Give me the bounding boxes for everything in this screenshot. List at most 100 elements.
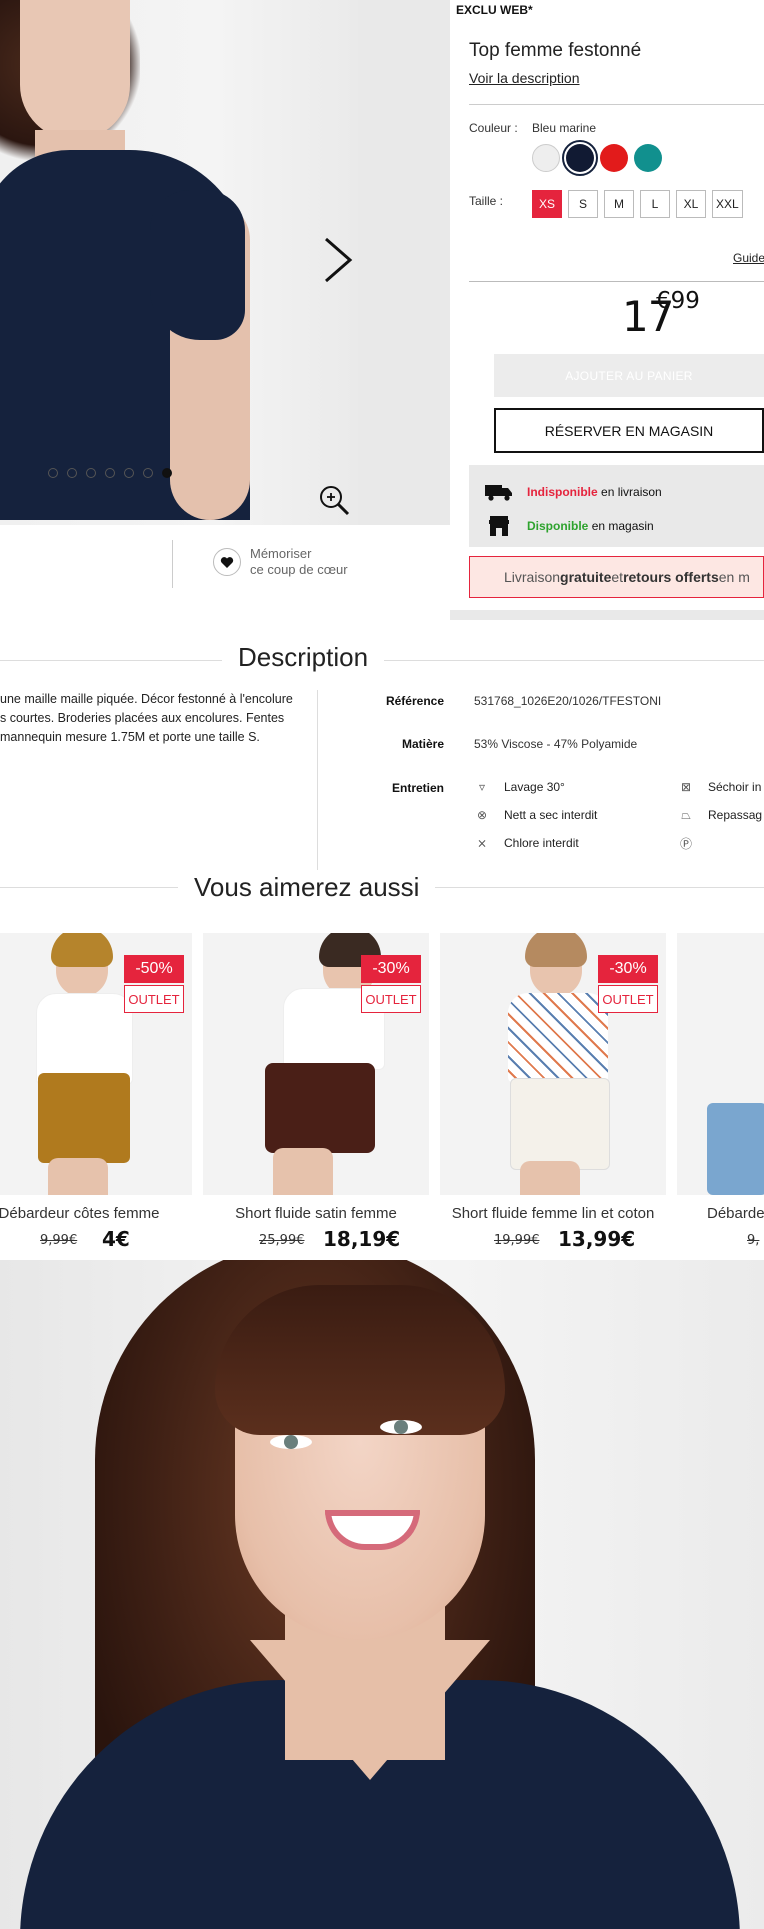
size-guide-link[interactable]: Guide — [733, 251, 764, 265]
favorite-label[interactable]: Mémoriser ce coup de cœur — [250, 546, 348, 578]
iron-icon: ⏢ — [681, 807, 691, 822]
wash-30-icon: ▿ — [478, 780, 486, 794]
promo-text: Livraison — [504, 569, 561, 585]
size-option[interactable]: XXL — [712, 190, 743, 218]
model-blouse — [508, 993, 608, 1083]
lifestyle-image — [0, 1260, 764, 1929]
heart-icon — [220, 556, 234, 568]
care-text: Lavage 30° — [504, 780, 565, 794]
description-line: une maille maille piquée. Décor festonné… — [0, 692, 293, 706]
color-swatch[interactable] — [532, 144, 560, 172]
store-status: Disponible — [527, 519, 589, 533]
divider — [317, 690, 318, 870]
favorite-label-line1: Mémoriser — [250, 546, 312, 561]
material-value: 53% Viscose - 47% Polyamide — [474, 737, 638, 751]
care-item: Ⓟ — [678, 835, 708, 851]
care-text: Nett a sec interdit — [504, 808, 598, 822]
size-label: Taille : — [469, 194, 504, 208]
gallery-dot[interactable] — [86, 468, 96, 478]
product-card[interactable]: Débarde 9, — [677, 933, 764, 1260]
model-legs — [273, 1148, 333, 1195]
care-text: Repassag — [708, 808, 763, 822]
color-label: Couleur : — [469, 121, 518, 135]
size-selector: XS S M L XL XXL — [532, 190, 743, 218]
size-option[interactable]: L — [640, 190, 670, 218]
promo-bold: gratuite — [560, 569, 612, 585]
product-card[interactable]: -30% OUTLET Short fluide satin femme 25,… — [203, 933, 429, 1260]
reference-value: 531768_1026E20/1026/TFESTONI — [474, 694, 662, 708]
size-option[interactable]: M — [604, 190, 634, 218]
delivery-text: en livraison — [601, 485, 662, 499]
model-face — [20, 0, 130, 140]
color-swatch[interactable] — [600, 144, 628, 172]
model-shorts — [38, 1073, 130, 1163]
color-swatch[interactable] — [634, 144, 662, 172]
divider — [469, 281, 764, 282]
care-item: ▿ Lavage 30° — [474, 779, 565, 795]
care-text: Séchoir in — [708, 780, 762, 794]
outlet-badge: OUTLET — [124, 985, 184, 1013]
product-card[interactable]: -30% OUTLET Short fluide femme lin et co… — [440, 933, 666, 1260]
promo-text: et — [611, 569, 624, 585]
model-shorts — [510, 1078, 610, 1170]
care-item: ⏢ Repassag — [678, 807, 762, 823]
store-icon — [489, 516, 509, 536]
size-option[interactable]: XS — [532, 190, 562, 218]
care-item: ⊗ Nett a sec interdit — [474, 807, 597, 823]
gallery-dot[interactable] — [67, 468, 77, 478]
size-option[interactable]: S — [568, 190, 598, 218]
free-delivery-banner: Livraison gratuite et retours offerts en… — [469, 556, 764, 598]
product-image — [677, 933, 764, 1195]
delivery-status: Indisponible — [527, 485, 598, 499]
gallery-dot[interactable] — [105, 468, 115, 478]
description-line: s courtes. Broderies placées aux encolur… — [0, 711, 285, 725]
description-link[interactable]: Voir la description — [469, 70, 580, 86]
care-item: ⊠ Séchoir in — [678, 779, 761, 795]
model-jeans — [707, 1103, 764, 1195]
color-value: Bleu marine — [532, 121, 597, 135]
old-price: 9, — [747, 1233, 760, 1248]
model-bangs — [215, 1285, 505, 1435]
old-price: 9,99€ — [40, 1233, 78, 1248]
truck-icon — [485, 485, 512, 501]
gallery-dot[interactable] — [143, 468, 153, 478]
old-price: 25,99€ — [259, 1233, 305, 1248]
gallery-dots — [48, 468, 172, 478]
description-heading: Description — [222, 642, 385, 673]
model-neckline — [250, 1640, 490, 1780]
product-image-gallery[interactable] — [0, 0, 358, 525]
delivery-availability: Indisponible en livraison — [485, 483, 662, 501]
color-swatches — [532, 140, 662, 176]
product-card[interactable]: -50% OUTLET Débardeur côtes femme 9,99€ … — [0, 933, 192, 1260]
no-bleach-icon: ⨯ — [476, 836, 488, 850]
model-sleeve — [150, 190, 245, 340]
promo-bold: retours offerts — [623, 569, 719, 585]
divider — [469, 104, 764, 105]
care-label: Entretien — [391, 781, 444, 795]
care-item: ⨯ Chlore interdit — [474, 835, 579, 851]
zoom-in-icon[interactable] — [318, 484, 350, 516]
color-swatch[interactable] — [562, 140, 598, 176]
outlet-badge: OUTLET — [361, 985, 421, 1013]
add-to-cart-button[interactable]: AJOUTER AU PANIER — [494, 354, 764, 397]
material-label: Matière — [401, 737, 444, 751]
store-availability: Disponible en magasin — [485, 516, 654, 536]
sale-price: 4€ — [102, 1227, 130, 1251]
price-cents: €99 — [656, 288, 700, 314]
discount-badge: -30% — [598, 955, 658, 983]
availability-box: Indisponible en livraison Disponible en … — [469, 465, 764, 547]
size-option[interactable]: XL — [676, 190, 706, 218]
gallery-dot[interactable] — [124, 468, 134, 478]
outlet-badge: OUTLET — [598, 985, 658, 1013]
no-dry-clean-icon: ⊗ — [476, 808, 488, 822]
sale-price: 13,99€ — [558, 1227, 636, 1251]
favorite-button[interactable] — [213, 548, 241, 576]
professional-care-icon: Ⓟ — [679, 836, 692, 851]
gallery-dot[interactable] — [48, 468, 58, 478]
gallery-dot[interactable] — [162, 468, 172, 478]
chevron-right-icon[interactable] — [318, 235, 358, 285]
description-line: mannequin mesure 1.75M et porte une tail… — [0, 730, 260, 744]
reserve-in-store-button[interactable]: RÉSERVER EN MAGASIN — [494, 408, 764, 453]
model-shorts — [265, 1063, 375, 1153]
favorite-label-line2: ce coup de cœur — [250, 562, 348, 577]
